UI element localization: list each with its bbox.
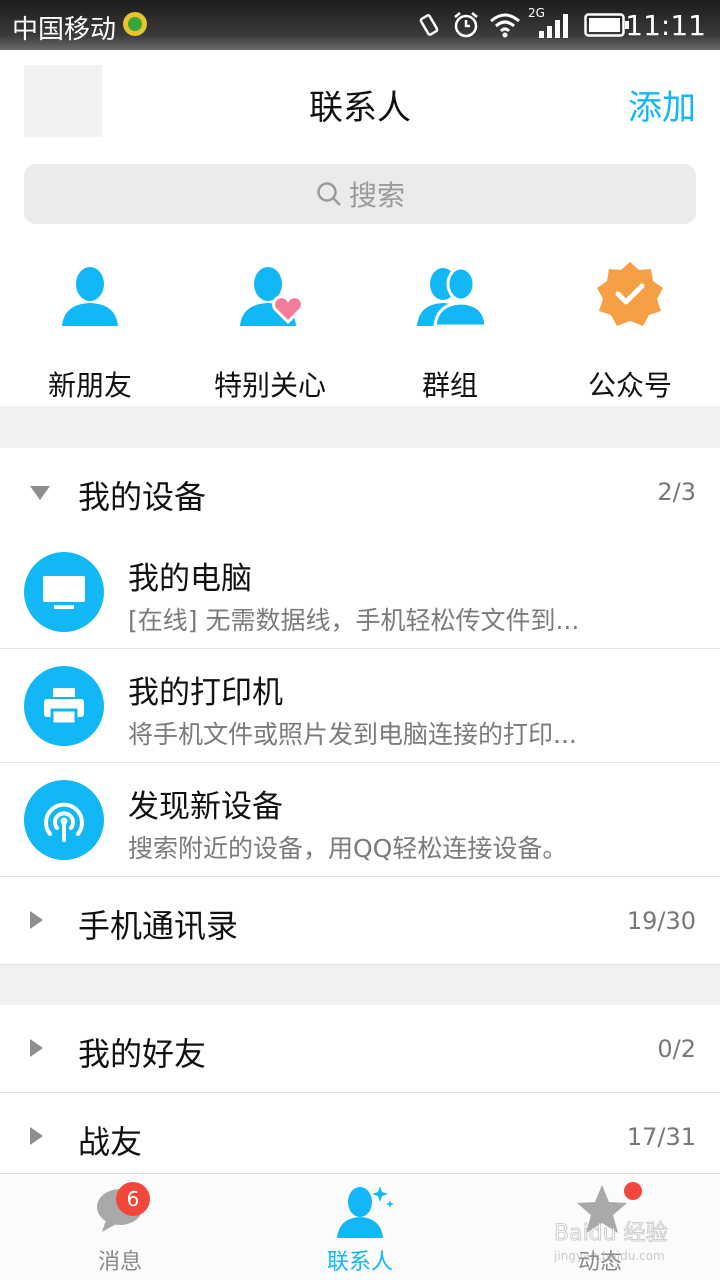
nav-messages[interactable]: 6 消息 bbox=[0, 1174, 240, 1280]
new-feed-dot bbox=[624, 1182, 642, 1200]
quick-action-new-friends[interactable]: 新朋友 bbox=[0, 260, 180, 402]
group-label: 我的好友 bbox=[78, 1035, 207, 1073]
unread-badge: 6 bbox=[116, 1182, 150, 1216]
person-heart-icon bbox=[240, 267, 304, 326]
svg-text:Baidu 经验: Baidu 经验 bbox=[554, 1221, 668, 1246]
quick-action-groups[interactable]: 群组 bbox=[360, 260, 540, 402]
nav-contacts[interactable]: 联系人 bbox=[240, 1174, 480, 1280]
alarm-icon bbox=[454, 12, 478, 38]
wifi-icon bbox=[490, 13, 520, 38]
device-subtitle: 搜索附近的设备，用QQ轻松连接设备。 bbox=[128, 834, 568, 863]
device-icon-circle bbox=[24, 552, 104, 632]
section-divider bbox=[0, 406, 720, 448]
quick-action-label: 特别关心 bbox=[213, 369, 326, 402]
header-bar: 联系人 添加 bbox=[0, 50, 720, 160]
vibrate-icon bbox=[419, 14, 439, 36]
device-title: 我的打印机 bbox=[128, 675, 283, 711]
device-title: 我的电脑 bbox=[128, 561, 252, 597]
section-divider bbox=[0, 965, 720, 1005]
page-title: 联系人 bbox=[309, 88, 411, 128]
device-title: 发现新设备 bbox=[128, 789, 283, 825]
group-count: 2/3 bbox=[657, 478, 696, 506]
verified-badge-icon bbox=[597, 262, 663, 326]
monitor-icon bbox=[43, 576, 85, 609]
quick-action-label: 群组 bbox=[421, 369, 478, 402]
group-count: 19/30 bbox=[626, 907, 696, 935]
device-icon-circle bbox=[24, 780, 104, 860]
person-icon bbox=[62, 267, 118, 326]
quick-actions: 新朋友 特别关心 群组 公众号 bbox=[0, 240, 720, 406]
baidu-watermark: Baidu 经验 jingyan.baidu.com bbox=[553, 1216, 684, 1264]
group-label: 战友 bbox=[78, 1123, 143, 1161]
quick-action-official-accounts[interactable]: 公众号 bbox=[540, 260, 720, 402]
contacts-person-icon bbox=[337, 1186, 394, 1238]
expanded-arrow-icon bbox=[30, 486, 50, 500]
quick-action-label: 公众号 bbox=[587, 369, 672, 402]
collapsed-arrow-icon bbox=[30, 1127, 43, 1145]
search-input[interactable]: 搜索 bbox=[24, 164, 696, 224]
add-button[interactable]: 添加 bbox=[628, 80, 696, 129]
search-icon bbox=[317, 182, 341, 206]
group-label: 手机通讯录 bbox=[78, 907, 239, 945]
collapsed-arrow-icon bbox=[30, 911, 43, 929]
device-my-computer[interactable]: 我的电脑 [在线] 无需数据线，手机轻松传文件到... bbox=[0, 535, 720, 649]
group-count: 0/2 bbox=[657, 1035, 696, 1063]
group-comrades[interactable]: 战友 17/31 bbox=[0, 1093, 720, 1181]
nav-label: 联系人 bbox=[326, 1250, 393, 1275]
device-my-printer[interactable]: 我的打印机 将手机文件或照片发到电脑连接的打印... bbox=[0, 649, 720, 763]
radar-icon bbox=[44, 802, 84, 842]
device-discover-new[interactable]: 发现新设备 搜索附近的设备，用QQ轻松连接设备。 bbox=[0, 763, 720, 877]
group-my-devices[interactable]: 我的设备 2/3 bbox=[0, 448, 720, 536]
group-label: 我的设备 bbox=[78, 478, 207, 516]
signal-icon bbox=[539, 14, 568, 38]
printer-icon bbox=[44, 688, 84, 726]
status-bar: 中国移动 2G 11:11 bbox=[0, 0, 720, 50]
carrier-name: 中国移动 bbox=[12, 15, 117, 45]
clock: 11:11 bbox=[625, 9, 706, 42]
battery-icon bbox=[584, 13, 629, 37]
quick-action-label: 新朋友 bbox=[47, 369, 132, 402]
carrier-badge-icon bbox=[123, 12, 147, 36]
nav-label: 消息 bbox=[97, 1250, 142, 1275]
group-phone-contacts[interactable]: 手机通讯录 19/30 bbox=[0, 877, 720, 965]
device-subtitle: 将手机文件或照片发到电脑连接的打印... bbox=[128, 720, 577, 749]
search-placeholder: 搜索 bbox=[348, 179, 405, 212]
group-icon bbox=[417, 266, 487, 328]
group-my-friends[interactable]: 我的好友 0/2 bbox=[0, 1005, 720, 1093]
collapsed-arrow-icon bbox=[30, 1039, 43, 1057]
svg-text:jingyan.baidu.com: jingyan.baidu.com bbox=[554, 1249, 665, 1263]
device-subtitle: [在线] 无需数据线，手机轻松传文件到... bbox=[128, 606, 580, 635]
device-icon-circle bbox=[24, 666, 104, 746]
group-count: 17/31 bbox=[626, 1123, 696, 1151]
quick-action-special-care[interactable]: 特别关心 bbox=[180, 260, 360, 402]
